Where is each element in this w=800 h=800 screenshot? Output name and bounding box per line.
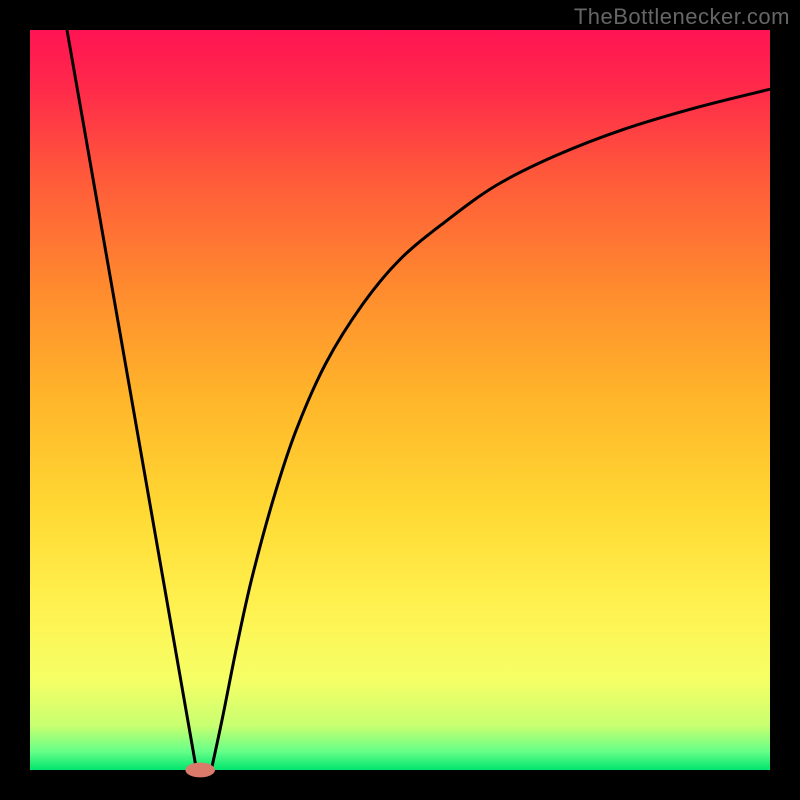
watermark-text: TheBottlenecker.com: [574, 4, 790, 30]
chart-svg: [0, 0, 800, 800]
plot-background: [30, 30, 770, 770]
chart-outer: TheBottlenecker.com: [0, 0, 800, 800]
minimum-marker: [185, 763, 215, 778]
